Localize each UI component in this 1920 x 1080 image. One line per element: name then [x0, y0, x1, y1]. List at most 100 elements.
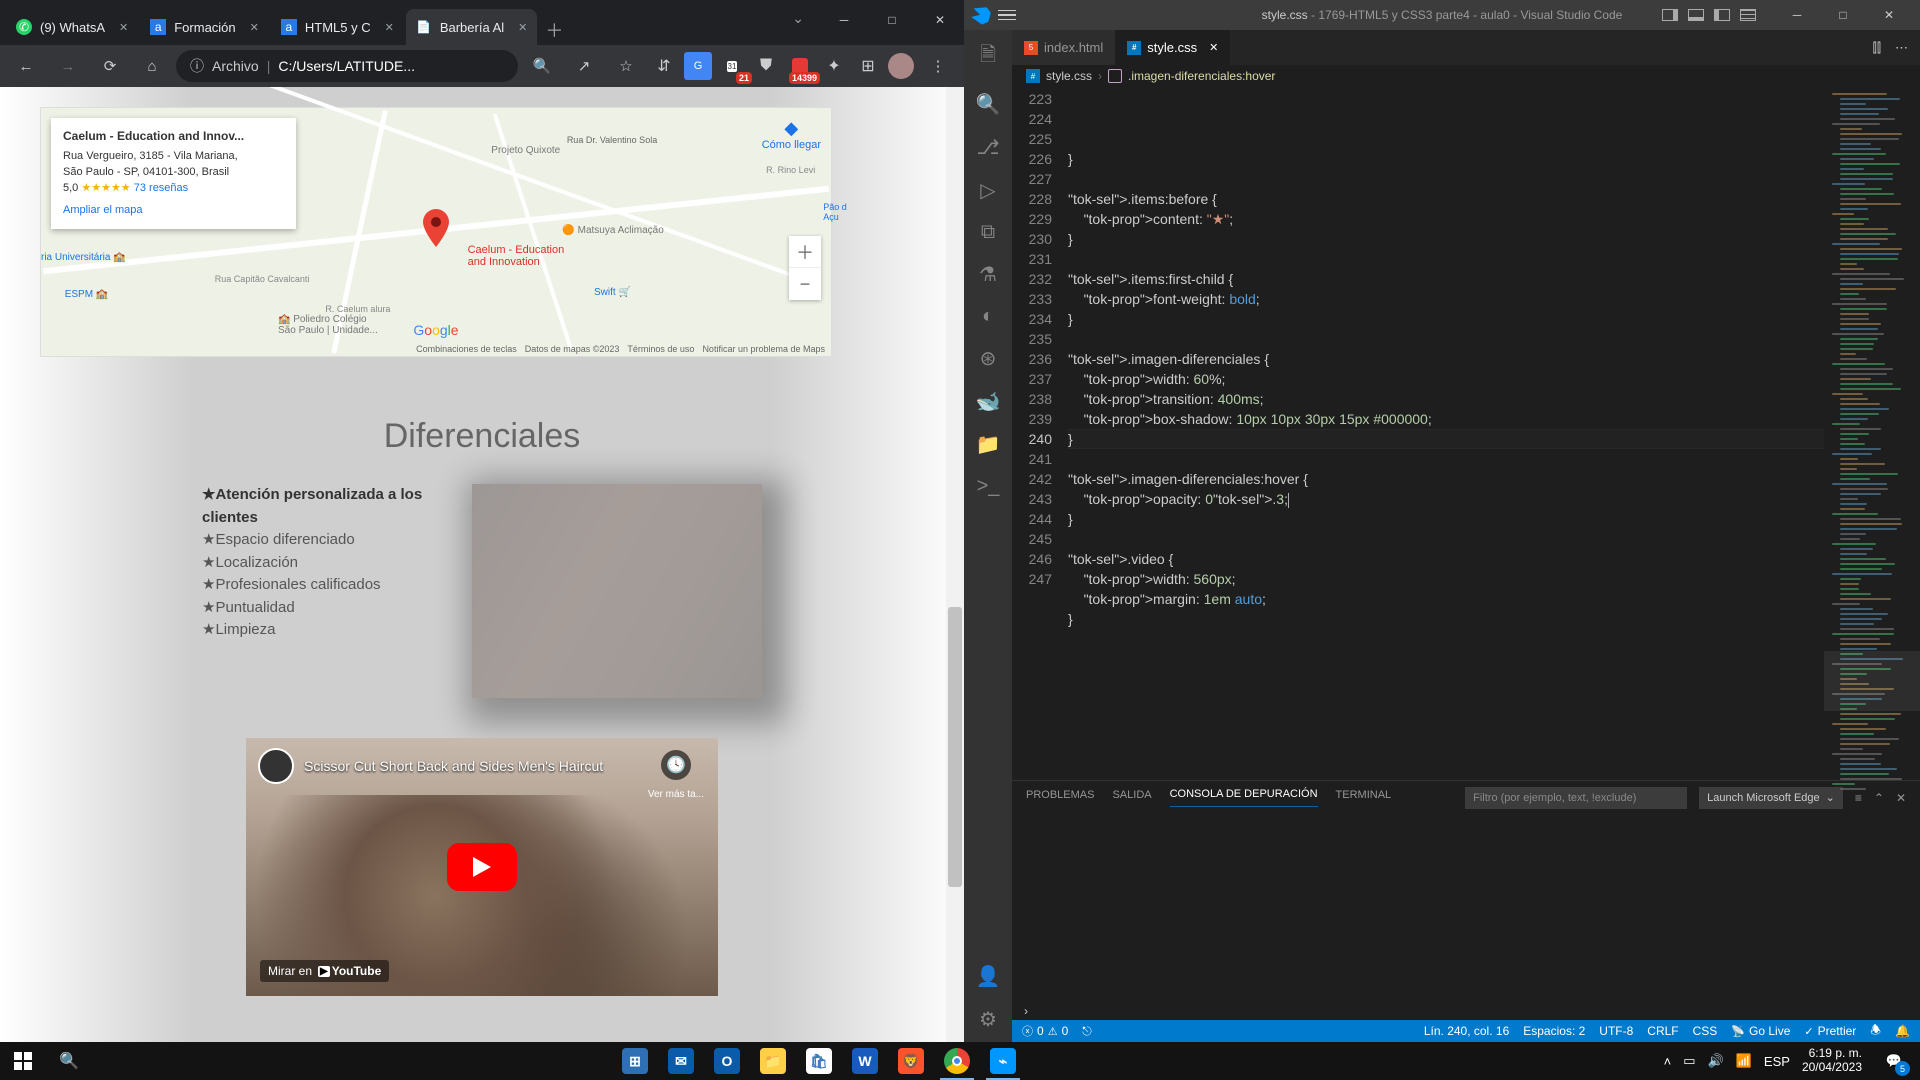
video-title[interactable]: Scissor Cut Short Back and Sides Men's H… — [304, 758, 603, 774]
minimize-button[interactable]: ─ — [1774, 0, 1820, 30]
tab-whatsapp[interactable]: ✆ (9) WhatsA ✕ — [6, 9, 138, 45]
word-button[interactable]: W — [842, 1042, 888, 1080]
language-indicator[interactable]: ESP — [1764, 1054, 1790, 1069]
panel-tab-salida[interactable]: SALIDA — [1112, 789, 1151, 807]
close-icon[interactable]: ✕ — [1209, 41, 1218, 54]
tab-style-css[interactable]: # style.css ✕ — [1115, 30, 1230, 65]
zoom-in-button[interactable]: ＋ — [789, 236, 821, 268]
layout-right-icon[interactable] — [1714, 9, 1730, 21]
start-button[interactable] — [0, 1042, 46, 1080]
ext-puzzle-icon[interactable]: ✦ — [820, 52, 848, 80]
diferenciales-image[interactable] — [472, 484, 762, 698]
layout-bottom-icon[interactable] — [1688, 9, 1704, 21]
panel-filter-input[interactable]: Filtro (por ejemplo, text, !exclude) — [1465, 787, 1687, 809]
map-reviews[interactable]: 73 reseñas — [134, 182, 188, 194]
split-icon[interactable]: ⫿⫿ — [1873, 40, 1881, 56]
minimap[interactable] — [1824, 87, 1920, 780]
bookmark-icon[interactable]: ☆ — [608, 48, 644, 84]
ext-calendar[interactable]: 31 21 — [718, 52, 746, 80]
panel-tab-problemas[interactable]: PROBLEMAS — [1026, 789, 1094, 807]
clock[interactable]: 6:19 p. m. 20/04/2023 — [1802, 1047, 1862, 1075]
testing-icon[interactable]: ⚗ — [974, 262, 1002, 287]
scrollbar-thumb[interactable] — [948, 607, 962, 887]
status-golive[interactable]: 📡Go Live — [1731, 1024, 1790, 1038]
status-spaces[interactable]: Espacios: 2 — [1523, 1024, 1585, 1038]
account-icon[interactable]: 👤 — [974, 964, 1002, 989]
status-feedback-icon[interactable]: 🕭 — [1870, 1021, 1881, 1042]
battery-icon[interactable]: ▭ — [1683, 1053, 1695, 1069]
close-button[interactable]: ✕ — [916, 0, 964, 40]
channel-avatar[interactable] — [258, 748, 294, 784]
close-button[interactable]: ✕ — [1866, 0, 1912, 30]
explorer-icon[interactable]: 🗎 — [974, 40, 1002, 74]
remote-icon[interactable]: ⊛ — [974, 346, 1002, 371]
omnibox[interactable]: ⓘ Archivo | C:/Users/LATITUDE... — [176, 50, 518, 82]
search-icon[interactable]: 🔍 — [974, 92, 1002, 117]
page-viewport[interactable]: Projeto Quixote Rua Dr. Valentino Sola 🟠… — [0, 87, 964, 1042]
filter-icon[interactable]: ≡ — [1855, 791, 1862, 805]
panel-tab-consola[interactable]: CONSOLA DE DEPURACIÓN — [1170, 788, 1318, 807]
status-errors[interactable]: ⓧ0⚠0 — [1022, 1023, 1068, 1039]
profile-avatar[interactable] — [888, 53, 914, 79]
folder-icon[interactable]: 📁 — [974, 432, 1002, 457]
tab-html5[interactable]: a HTML5 y C ✕ — [271, 9, 404, 45]
close-icon[interactable]: ✕ — [119, 21, 128, 34]
store-button[interactable]: 🛍 — [796, 1042, 842, 1080]
vscode-button[interactable]: ⌁ — [980, 1042, 1026, 1080]
outlook-button[interactable]: O — [704, 1042, 750, 1080]
tabs-search-icon[interactable]: ⌄ — [792, 10, 804, 27]
minimap-viewport[interactable] — [1824, 651, 1920, 711]
home-button[interactable]: ⌂ — [134, 48, 170, 84]
close-panel-icon[interactable]: ✕ — [1896, 791, 1906, 805]
more-icon[interactable]: ⋯ — [1895, 40, 1908, 56]
map-directions[interactable]: ◆ Cómo llegar — [762, 118, 821, 151]
expand-icon[interactable]: ⌃ — [1874, 791, 1884, 805]
map-footer-report[interactable]: Notificar un problema de Maps — [702, 344, 825, 354]
editor[interactable]: 2232242252262272282292302312322332342352… — [1012, 87, 1920, 780]
panel-launch-select[interactable]: Launch Microsoft Edge⌄ — [1699, 787, 1843, 809]
search-button[interactable]: 🔍 — [46, 1042, 92, 1080]
explorer-button[interactable]: 📁 — [750, 1042, 796, 1080]
map-footer-data[interactable]: Datos de mapas ©2023 — [525, 344, 620, 354]
panel-tab-terminal[interactable]: TERMINAL — [1336, 789, 1392, 807]
status-position[interactable]: Lín. 240, col. 16 — [1424, 1024, 1509, 1038]
ext-translate[interactable]: G — [684, 52, 712, 80]
embedded-map[interactable]: Projeto Quixote Rua Dr. Valentino Sola 🟠… — [40, 107, 832, 357]
close-icon[interactable]: ✕ — [518, 21, 527, 34]
play-button[interactable] — [447, 843, 517, 891]
zoom-out-button[interactable]: − — [789, 268, 821, 300]
terminal-icon[interactable]: >_ — [974, 475, 1002, 498]
status-eol[interactable]: CRLF — [1647, 1024, 1678, 1038]
kebab-icon[interactable]: ⋮ — [920, 48, 956, 84]
tab-index-html[interactable]: 5 index.html — [1012, 30, 1115, 65]
youtube-embed[interactable]: Scissor Cut Short Back and Sides Men's H… — [246, 738, 718, 996]
volume-icon[interactable]: 🔊 — [1708, 1053, 1724, 1069]
watch-later-button[interactable]: 🕓 Ver más ta... — [648, 750, 704, 802]
close-icon[interactable]: ✕ — [385, 21, 394, 34]
gear-icon[interactable]: ⚙ — [974, 1007, 1002, 1032]
docker-icon[interactable]: 🐋 — [974, 389, 1002, 414]
tray-chevron-icon[interactable]: ˄ — [1664, 1054, 1672, 1069]
status-prettier[interactable]: ✓Prettier — [1804, 1024, 1856, 1038]
ext-shield[interactable]: ⛊ — [752, 52, 780, 80]
wifi-icon[interactable]: 📶 — [1736, 1053, 1752, 1069]
status-port[interactable]: ⎋ — [1082, 1024, 1092, 1039]
ext-red[interactable]: 14399 — [786, 52, 814, 80]
reload-button[interactable]: ⟳ — [92, 48, 128, 84]
status-bell-icon[interactable]: 🔔 — [1895, 1024, 1910, 1038]
status-lang[interactable]: CSS — [1693, 1024, 1718, 1038]
extensions-icon[interactable]: ⧉ — [974, 221, 1002, 244]
minimize-button[interactable]: ─ — [820, 0, 868, 40]
panel-body[interactable]: › — [1012, 814, 1920, 1020]
watch-on-youtube[interactable]: Mirar en ▶YouTube — [260, 960, 389, 982]
tab-formacion[interactable]: a Formación ✕ — [140, 9, 269, 45]
new-tab-button[interactable]: ＋ — [539, 15, 569, 45]
tab-barberia[interactable]: 📄 Barbería Al ✕ — [406, 9, 538, 45]
breadcrumb[interactable]: # style.css › .imagen-diferenciales:hove… — [1012, 65, 1920, 87]
map-enlarge-link[interactable]: Ampliar el mapa — [63, 203, 284, 219]
scrollbar[interactable] — [946, 87, 964, 1042]
run-debug-icon[interactable]: ▷ — [974, 178, 1002, 203]
forward-button[interactable]: → — [50, 48, 86, 84]
mail-button[interactable]: ✉ — [658, 1042, 704, 1080]
timeline-icon[interactable]: ◐ — [974, 305, 1002, 328]
